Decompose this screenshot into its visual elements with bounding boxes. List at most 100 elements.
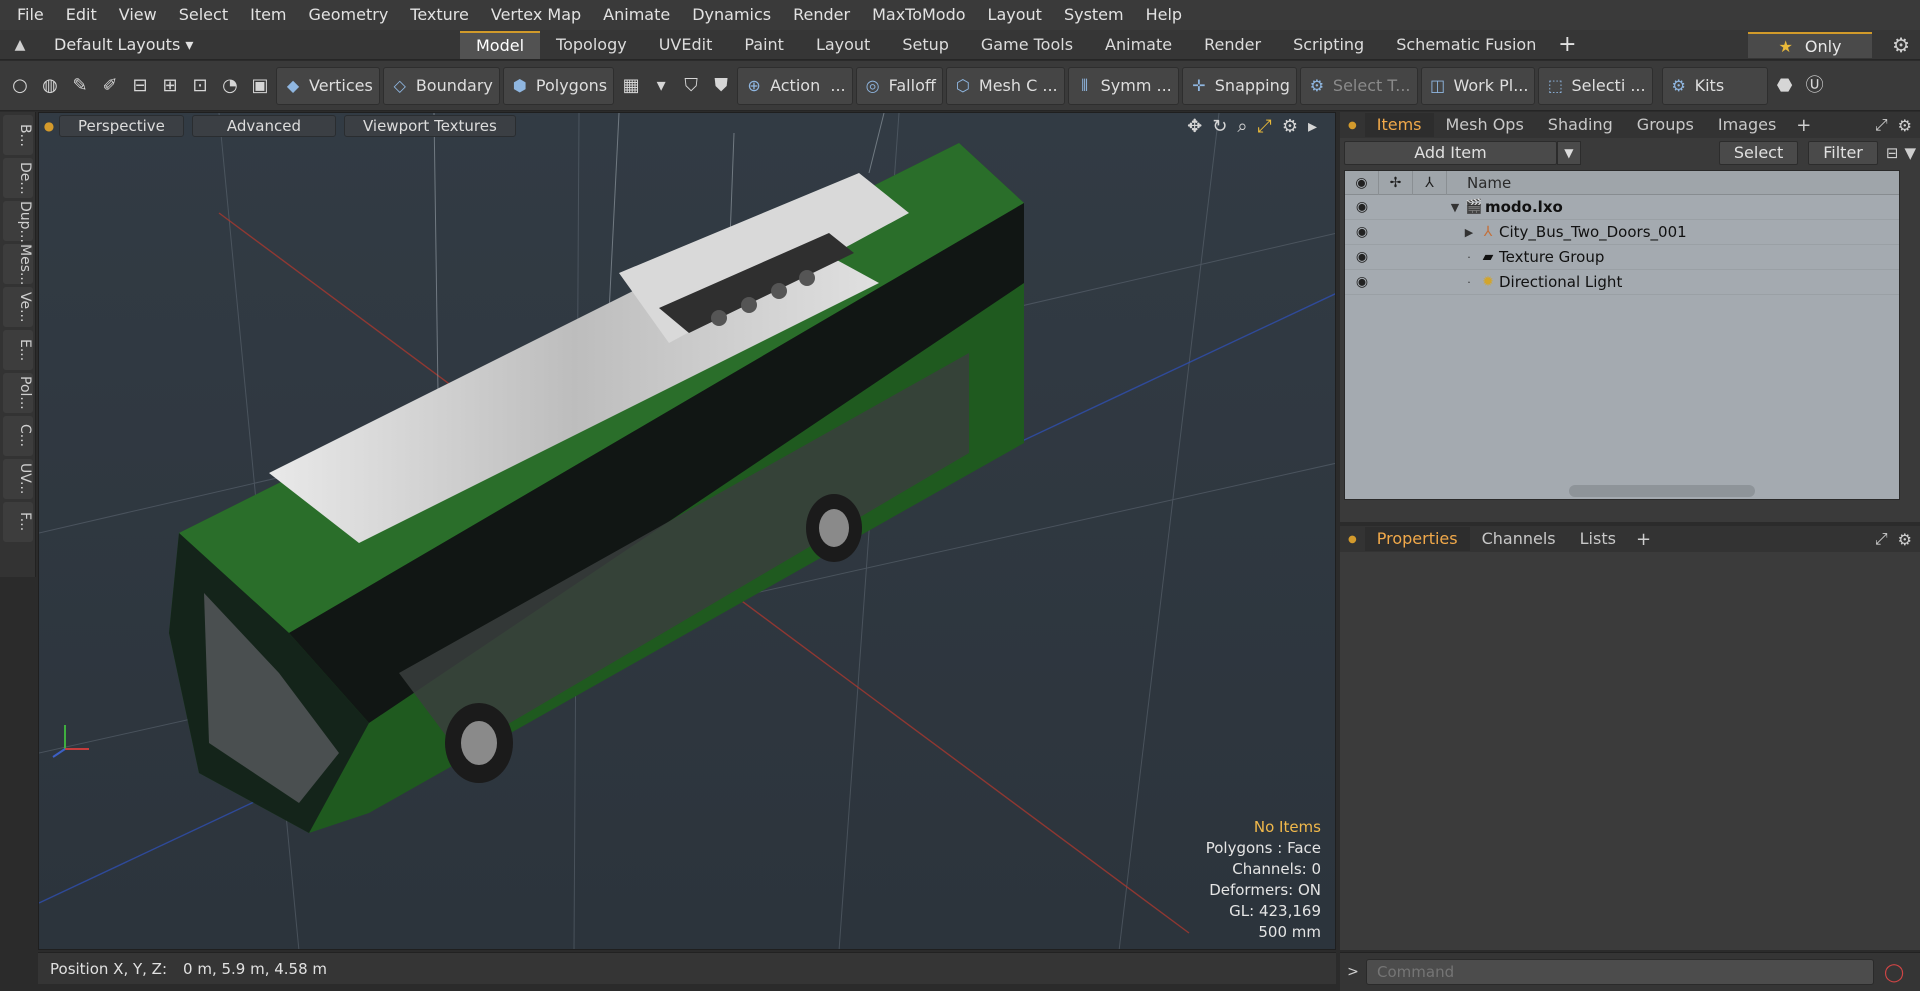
- pan-icon[interactable]: ✥: [1187, 116, 1202, 137]
- strip-tab-edge[interactable]: E...: [3, 330, 33, 370]
- menu-layout[interactable]: Layout: [977, 0, 1053, 30]
- eye-icon[interactable]: ◉: [1345, 249, 1379, 265]
- strip-tab-duplicate[interactable]: Dup...: [3, 201, 33, 243]
- stop-icon[interactable]: ◯: [1884, 962, 1904, 983]
- view-mode-dropdown[interactable]: Perspective: [59, 115, 184, 137]
- layout-collapse-icon[interactable]: ▲: [0, 37, 40, 53]
- viewport-gear-icon[interactable]: ⚙: [1282, 116, 1298, 137]
- snapping-button[interactable]: ✛ Snapping: [1181, 66, 1297, 105]
- strip-tab-uv[interactable]: UV...: [3, 459, 33, 499]
- tab-items[interactable]: Items: [1364, 113, 1434, 137]
- render-column-icon[interactable]: ⅄: [1413, 170, 1447, 195]
- panel-gear-icon[interactable]: ⚙: [1898, 116, 1912, 135]
- select-through-button[interactable]: ⚙ Select T...: [1299, 66, 1418, 105]
- expand-icon[interactable]: ⤢: [1875, 115, 1888, 135]
- 3d-viewport[interactable]: ● Perspective Advanced Viewport Textures…: [38, 112, 1336, 950]
- shield-icon[interactable]: ⛉: [677, 67, 705, 105]
- tab-animate[interactable]: Animate: [1089, 31, 1188, 59]
- funnel-icon[interactable]: ▼: [1904, 144, 1916, 162]
- tree-row-texture-group[interactable]: ◉ · ▰ Texture Group: [1345, 245, 1899, 270]
- tab-render[interactable]: Render: [1188, 31, 1277, 59]
- menu-edit[interactable]: Edit: [55, 0, 108, 30]
- brush-icon[interactable]: ✐: [96, 67, 124, 105]
- strip-tab-vertex[interactable]: Ve...: [3, 287, 33, 327]
- command-history-icon[interactable]: >: [1340, 964, 1366, 980]
- panel-options-icon[interactable]: ●: [1340, 534, 1365, 545]
- boundary-button[interactable]: ◇ Boundary: [382, 66, 500, 105]
- selection-button[interactable]: ⬚ Selecti ...: [1538, 66, 1653, 105]
- select-button[interactable]: Select: [1718, 141, 1799, 165]
- kits-button[interactable]: ⚙ Kits: [1661, 66, 1768, 105]
- symmetry-button[interactable]: ⦀ Symm ...: [1067, 66, 1179, 105]
- tab-schematic-fusion[interactable]: Schematic Fusion: [1380, 31, 1552, 59]
- visibility-column-icon[interactable]: ◉: [1345, 170, 1379, 195]
- tab-paint[interactable]: Paint: [728, 31, 800, 59]
- action-center-button[interactable]: ⊕ Action ...: [737, 66, 853, 105]
- only-button[interactable]: ★ Only: [1748, 32, 1872, 58]
- globe-icon[interactable]: ◍: [36, 67, 64, 105]
- tab-model[interactable]: Model: [460, 30, 541, 59]
- gear-icon[interactable]: ⚙: [1892, 33, 1910, 57]
- tab-images[interactable]: Images: [1706, 113, 1788, 137]
- strip-tab-curve[interactable]: C...: [3, 416, 33, 456]
- menu-maxtomodo[interactable]: MaxToModo: [861, 0, 976, 30]
- menu-system[interactable]: System: [1053, 0, 1135, 30]
- shield-alt-icon[interactable]: ⛊: [707, 67, 735, 105]
- expand-icon[interactable]: ⤢: [1875, 529, 1888, 549]
- strip-tab-mesh[interactable]: Mes...: [3, 244, 33, 285]
- command-input[interactable]: [1366, 959, 1874, 985]
- eye-icon[interactable]: ◉: [1345, 224, 1379, 240]
- tree-row-mesh[interactable]: ◉ ▶ ⅄ City_Bus_Two_Doors_001: [1345, 220, 1899, 245]
- tab-layout[interactable]: Layout: [800, 31, 886, 59]
- menu-view[interactable]: View: [108, 0, 168, 30]
- tab-scripting[interactable]: Scripting: [1277, 31, 1380, 59]
- cube-icon[interactable]: ▦: [617, 67, 645, 105]
- menu-dynamics[interactable]: Dynamics: [681, 0, 782, 30]
- vertices-button[interactable]: ◆ Vertices: [276, 66, 380, 105]
- viewport-options-icon[interactable]: ●: [39, 119, 59, 133]
- frame-icon[interactable]: ⊡: [186, 67, 214, 105]
- rotate-icon[interactable]: ◔: [216, 67, 244, 105]
- panel-options-icon[interactable]: ●: [1340, 120, 1365, 131]
- pen-icon[interactable]: ✎: [66, 67, 94, 105]
- polygons-button[interactable]: ⬢ Polygons: [502, 66, 615, 105]
- eye-icon[interactable]: ◉: [1345, 274, 1379, 290]
- menu-texture[interactable]: Texture: [399, 0, 480, 30]
- menu-render[interactable]: Render: [782, 0, 861, 30]
- maximize-icon[interactable]: ⤢: [1257, 116, 1271, 137]
- menu-vertex-map[interactable]: Vertex Map: [480, 0, 592, 30]
- collapse-arrow-icon[interactable]: ▶: [1461, 226, 1477, 239]
- falloff-button[interactable]: ◎ Falloff: [855, 66, 943, 105]
- menu-animate[interactable]: Animate: [592, 0, 681, 30]
- viewport-textures-dropdown[interactable]: Viewport Textures: [343, 115, 516, 137]
- filter-button[interactable]: Filter: [1808, 141, 1878, 165]
- grid-icon[interactable]: ⊞: [156, 67, 184, 105]
- unreal-icon[interactable]: Ⓤ: [1801, 67, 1829, 105]
- shading-dropdown[interactable]: Advanced: [191, 115, 336, 137]
- add-panel-tab-icon[interactable]: +: [1628, 529, 1659, 550]
- menu-select[interactable]: Select: [168, 0, 239, 30]
- tree-row-light[interactable]: ◉ · ✹ Directional Light: [1345, 270, 1899, 295]
- tab-properties[interactable]: Properties: [1364, 527, 1470, 551]
- strip-tab-polygon[interactable]: Pol...: [3, 373, 33, 413]
- horizontal-scrollbar[interactable]: [1569, 485, 1755, 497]
- strip-tab-basic[interactable]: B...: [3, 115, 33, 155]
- tab-channels[interactable]: Channels: [1470, 527, 1568, 551]
- menu-help[interactable]: Help: [1135, 0, 1193, 30]
- expand-arrow-icon[interactable]: ▼: [1447, 201, 1463, 214]
- strip-tab-deform[interactable]: De...: [3, 158, 33, 198]
- orbit-icon[interactable]: ↻: [1212, 116, 1227, 137]
- tab-groups[interactable]: Groups: [1625, 113, 1706, 137]
- tab-mesh-ops[interactable]: Mesh Ops: [1434, 113, 1536, 137]
- item-mode-icon[interactable]: ▣: [246, 67, 274, 105]
- tab-topology[interactable]: Topology: [540, 31, 643, 59]
- menu-geometry[interactable]: Geometry: [298, 0, 400, 30]
- menu-file[interactable]: File: [6, 0, 55, 30]
- tab-game-tools[interactable]: Game Tools: [965, 31, 1089, 59]
- chevron-down-icon[interactable]: ▾: [647, 67, 675, 105]
- tab-lists[interactable]: Lists: [1568, 527, 1628, 551]
- collapse-icon[interactable]: ⊟: [1886, 144, 1899, 162]
- play-arrow-icon[interactable]: ▸: [1308, 116, 1317, 137]
- mesh-constraint-button[interactable]: ⬡ Mesh C ...: [945, 66, 1065, 105]
- layout-selector[interactable]: Default Layouts ▾: [40, 35, 460, 54]
